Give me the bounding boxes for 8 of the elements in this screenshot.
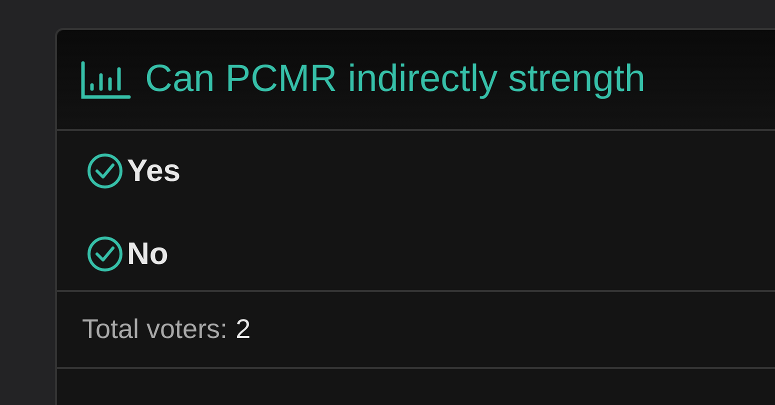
option-label: No [127,236,168,272]
option-label: Yes [127,153,180,189]
poll-title: Can PCMR indirectly strength [145,58,646,101]
total-voters-count: 2 [236,314,251,345]
check-circle-icon [87,236,123,272]
check-circle-icon [87,153,123,189]
bar-chart-icon [81,60,131,98]
total-voters-label: Total voters: [82,314,228,345]
